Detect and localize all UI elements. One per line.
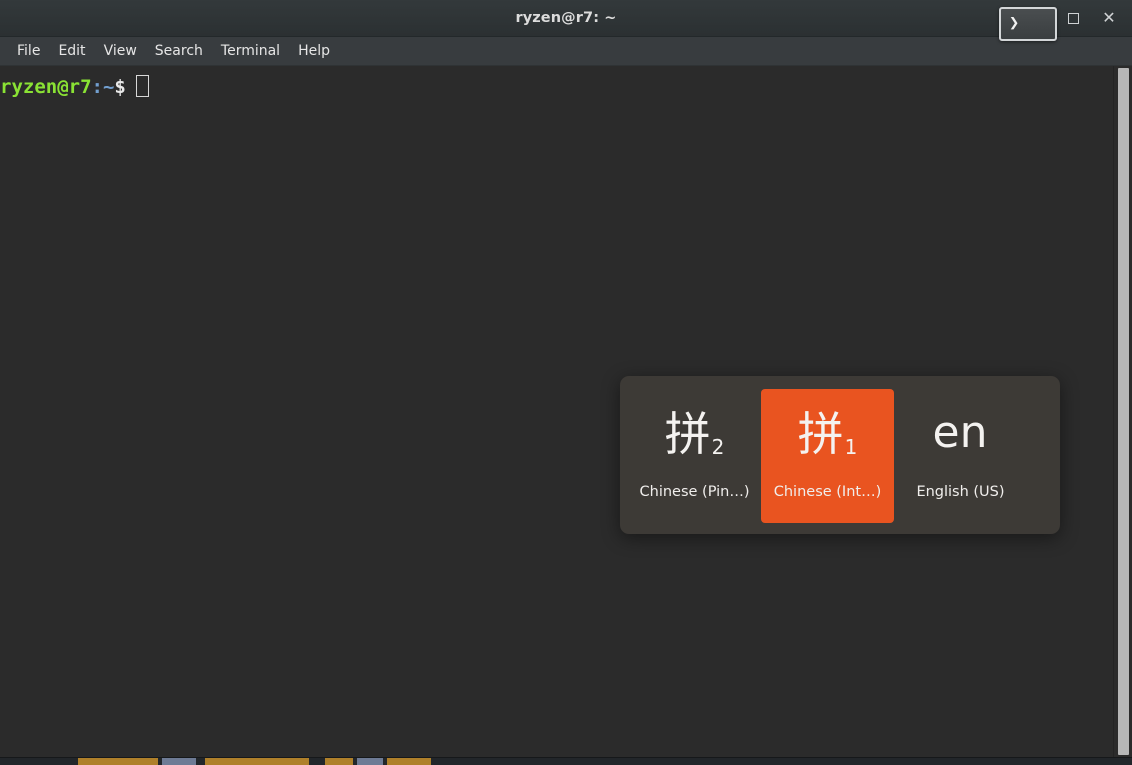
terminal-cursor <box>135 75 149 97</box>
menu-item-terminal[interactable]: Terminal <box>212 41 289 61</box>
ime-glyph-char: 拼 <box>797 407 844 462</box>
menu-item-file[interactable]: File <box>8 41 49 61</box>
ime-option-label: Chinese (Pin…) <box>639 484 750 501</box>
menu-item-help[interactable]: Help <box>289 41 339 61</box>
menu-item-search[interactable]: Search <box>146 41 212 61</box>
menu-item-view[interactable]: View <box>95 41 146 61</box>
ime-glyph-subscript: 1 <box>844 435 858 460</box>
close-button[interactable]: ✕ <box>1094 3 1124 33</box>
pinyin-2-icon: 拼 2 <box>665 411 725 471</box>
ime-option-chinese-intelligent[interactable]: 拼 1 Chinese (Int…) <box>761 388 894 523</box>
prompt-user-host: ryzen@r7 <box>0 76 92 98</box>
window-controls: ✕ <box>1058 0 1124 36</box>
window-titlebar[interactable]: ryzen@r7: ~ ❯ ✕ <box>0 0 1132 41</box>
ime-option-label: English (US) <box>916 484 1005 501</box>
screen-root: ryzen@r7: ~ ❯ ✕ File Edit View Search Te… <box>0 0 1132 765</box>
maximize-button[interactable] <box>1058 3 1088 33</box>
ime-option-chinese-pinyin[interactable]: 拼 2 Chinese (Pin…) <box>628 389 761 523</box>
ime-glyph-char: en <box>932 407 988 459</box>
prompt-separator: : <box>91 76 103 98</box>
terminal-prompt-icon[interactable]: ❯ <box>999 7 1057 41</box>
ime-glyph-subscript: 2 <box>711 435 725 460</box>
ime-option-label: Chinese (Int…) <box>773 484 882 501</box>
window-title: ryzen@r7: ~ <box>515 10 617 26</box>
background-window-strip[interactable] <box>0 757 1132 765</box>
ime-option-english-us[interactable]: en English (US) <box>894 389 1027 523</box>
pinyin-1-icon: 拼 1 <box>798 411 858 471</box>
close-icon: ✕ <box>1102 8 1116 27</box>
prompt-sigil: $ <box>114 76 126 98</box>
menubar: File Edit View Search Terminal Help <box>0 37 1132 66</box>
menu-item-edit[interactable]: Edit <box>49 41 94 61</box>
english-us-icon: en <box>933 411 989 471</box>
ime-switcher-popup: 拼 2 Chinese (Pin…) 拼 1 Chinese (Int…) en… <box>620 376 1060 534</box>
scrollbar-thumb[interactable] <box>1118 68 1129 755</box>
ime-glyph-char: 拼 <box>664 407 711 462</box>
terminal-vertical-scrollbar[interactable] <box>1113 66 1132 757</box>
chevron-right-icon: ❯ <box>1009 12 1020 33</box>
maximize-icon <box>1067 12 1079 24</box>
prompt-path: ~ <box>102 76 115 98</box>
